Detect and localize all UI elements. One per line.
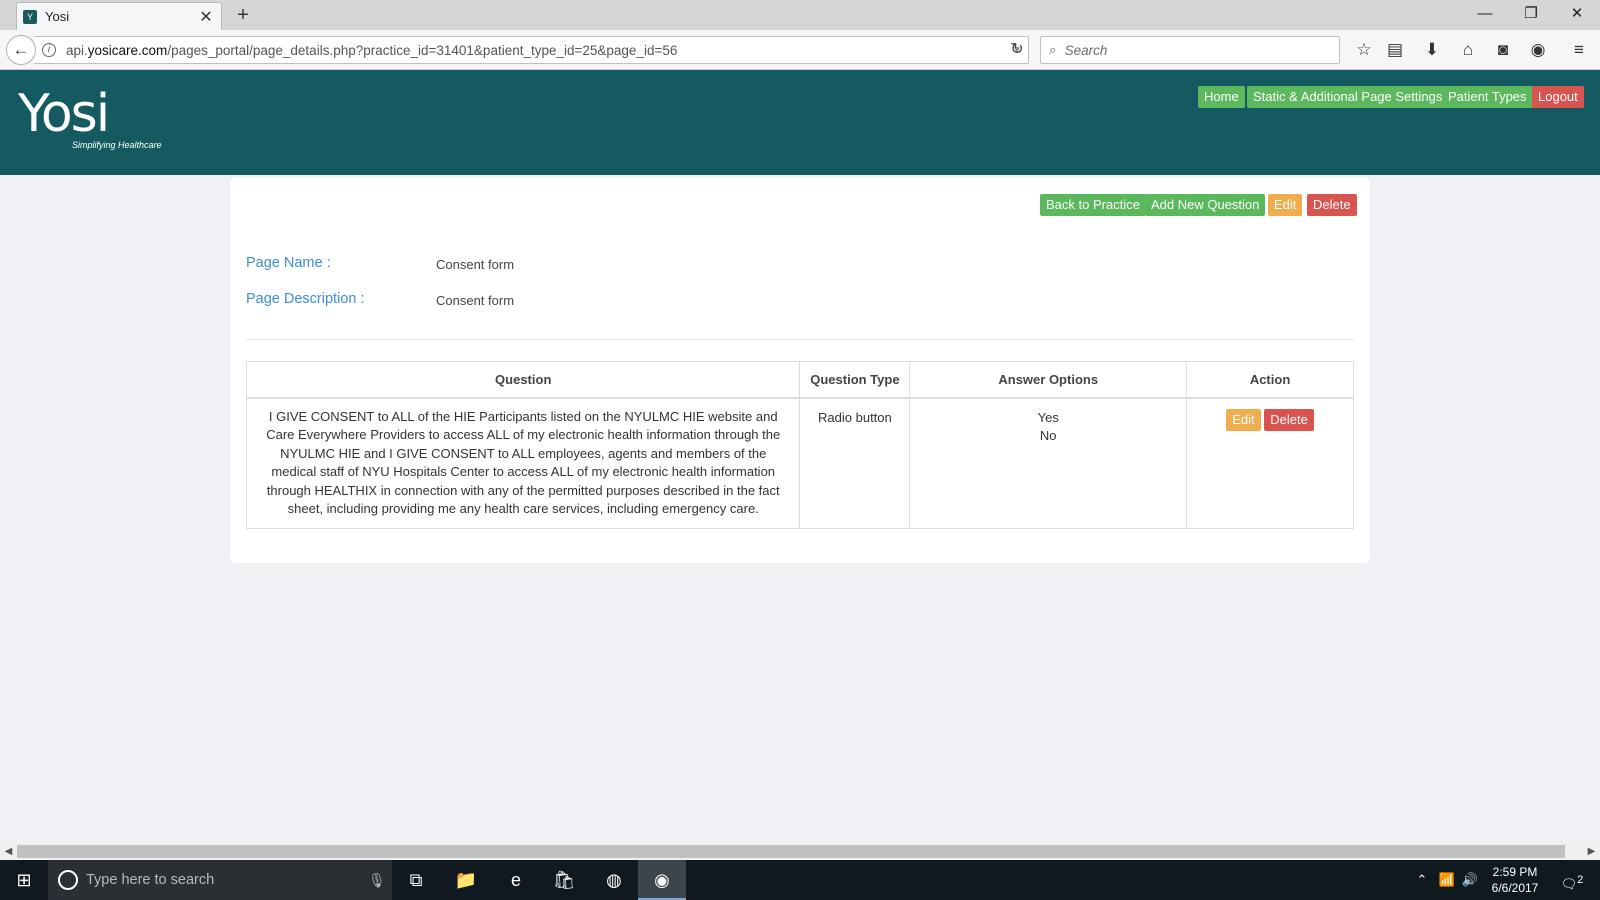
question-cell: I GIVE CONSENT to ALL of the HIE Partici…	[245, 397, 801, 529]
back-to-practice-button[interactable]: Back to Practice	[1040, 194, 1146, 216]
yosi-favicon-icon: Y	[23, 9, 37, 24]
edit-page-button[interactable]: Edit	[1268, 194, 1303, 216]
column-header-action: Action	[1186, 361, 1354, 399]
logo-tagline: Simplifying Healthcare	[72, 140, 162, 150]
logo-wordmark: Yosi	[18, 84, 110, 144]
windows-start-icon[interactable]: ⊞	[0, 860, 48, 900]
page-description-label: Page Description :	[246, 291, 365, 307]
minimize-window-icon[interactable]: —	[1462, 0, 1508, 30]
pocket-icon[interactable]: ◙	[1491, 38, 1515, 62]
volume-icon[interactable]: 🔊	[1460, 860, 1480, 900]
answer-option: No	[1039, 428, 1057, 443]
new-tab-button[interactable]: +	[232, 4, 254, 26]
page-name-value: Consent form	[436, 257, 515, 272]
home-button[interactable]: Home	[1198, 86, 1245, 108]
reading-list-icon[interactable]: ▤	[1383, 38, 1407, 62]
browser-search-placeholder: Search	[1064, 42, 1108, 58]
browser-tab-bar: Y Yosi ✕ + — ❐ ✕	[0, 0, 1600, 30]
restore-window-icon[interactable]: ❐	[1508, 0, 1554, 30]
scrollbar-thumb[interactable]	[17, 845, 1565, 858]
column-header-question-type: Question Type	[799, 361, 911, 399]
url-domain: yosicare.com	[87, 42, 168, 58]
app-header: Yosi Simplifying Healthcare Home Static …	[0, 70, 1600, 175]
notification-count: 2	[1577, 874, 1584, 886]
chrome-icon[interactable]: ◍	[590, 860, 638, 900]
clock-date: 6/6/2017	[1491, 881, 1539, 895]
page-name-label: Page Name :	[246, 255, 331, 271]
tab-close-icon[interactable]: ✕	[197, 7, 215, 27]
delete-page-button[interactable]: Delete	[1307, 194, 1357, 216]
column-header-answer-options: Answer Options	[909, 361, 1188, 399]
add-new-question-button[interactable]: Add New Question	[1145, 194, 1266, 216]
info-icon[interactable]: i	[42, 43, 56, 57]
address-bar[interactable]: i api.yosicare.com/pages_portal/page_det…	[34, 36, 1029, 64]
edit-question-button[interactable]: Edit	[1226, 408, 1261, 431]
network-icon[interactable]: 📶	[1437, 860, 1457, 900]
scroll-left-icon[interactable]: ◀	[0, 843, 17, 860]
task-view-icon[interactable]: ⧉	[392, 860, 440, 900]
tray-expand-icon[interactable]: ⌃	[1412, 860, 1432, 900]
home-icon[interactable]: ⌂	[1456, 38, 1480, 62]
file-explorer-icon[interactable]: 📁	[442, 860, 490, 900]
taskbar-search-placeholder: Type here to search	[86, 872, 215, 888]
column-header-question: Question	[245, 361, 801, 399]
tab-title: Yosi	[45, 9, 70, 24]
delete-question-button[interactable]: Delete	[1264, 408, 1314, 431]
search-icon: ⌕	[1049, 42, 1057, 57]
section-divider	[246, 339, 1354, 340]
url-path: /pages_portal/page_details.php?practice_…	[167, 42, 678, 58]
microphone-icon[interactable]: 🎙	[368, 872, 392, 889]
table-header-row: Question Question Type Answer Options Ac…	[245, 361, 1354, 399]
back-arrow-icon[interactable]: ←	[6, 35, 36, 65]
browser-search-input[interactable]: ⌕ Search	[1040, 36, 1340, 64]
static-settings-button[interactable]: Static & Additional Page Settings	[1247, 86, 1449, 108]
url-prefix: api.	[66, 42, 88, 58]
system-clock[interactable]: 2:59 PM 6/6/2017	[1482, 864, 1548, 896]
page-details-card: Back to Practice Add New Question Edit D…	[230, 178, 1370, 563]
hamburger-menu-icon[interactable]: ≡	[1567, 38, 1591, 62]
browser-tab[interactable]: Y Yosi ✕	[16, 2, 222, 30]
windows-taskbar: ⊞ Type here to search 🎙 ⧉ 📁 e 🛍 ◍ ◉ ⌃ 📶 …	[0, 860, 1600, 900]
url-text[interactable]: api.yosicare.com/pages_portal/page_detai…	[66, 43, 1012, 58]
logout-button[interactable]: Logout	[1532, 86, 1584, 108]
browser-nav-bar: i api.yosicare.com/pages_portal/page_det…	[0, 30, 1600, 70]
clock-time: 2:59 PM	[1492, 865, 1538, 879]
firefox-icon[interactable]: ◉	[638, 860, 686, 900]
page-description-value: Consent form	[436, 293, 515, 308]
scroll-right-icon[interactable]: ▶	[1583, 843, 1600, 860]
action-center-icon[interactable]: 🗨2	[1556, 860, 1588, 900]
taskbar-search-box[interactable]: Type here to search 🎙	[48, 860, 392, 900]
color-wheel-icon[interactable]: ◉	[1526, 38, 1550, 62]
questions-table: Question Question Type Answer Options Ac…	[245, 361, 1354, 529]
horizontal-scrollbar[interactable]: ◀ ▶	[0, 843, 1600, 860]
question-type-cell: Radio button	[799, 397, 911, 529]
close-window-icon[interactable]: ✕	[1554, 0, 1600, 30]
cortana-icon	[58, 870, 78, 890]
table-row: I GIVE CONSENT to ALL of the HIE Partici…	[245, 397, 1354, 529]
store-icon[interactable]: 🛍	[540, 860, 588, 900]
answer-option: Yes	[1037, 409, 1059, 425]
action-cell: Edit Delete	[1186, 397, 1354, 529]
edge-browser-icon[interactable]: e	[492, 860, 540, 900]
bookmark-star-icon[interactable]: ☆	[1352, 38, 1376, 62]
download-icon[interactable]: ⬇	[1420, 38, 1444, 62]
answer-options-cell: Yes No	[909, 397, 1188, 529]
patient-types-button[interactable]: Patient Types	[1442, 86, 1533, 108]
reload-icon[interactable]: ↻	[1005, 36, 1029, 64]
yosi-logo[interactable]: Yosi Simplifying Healthcare	[18, 84, 162, 150]
